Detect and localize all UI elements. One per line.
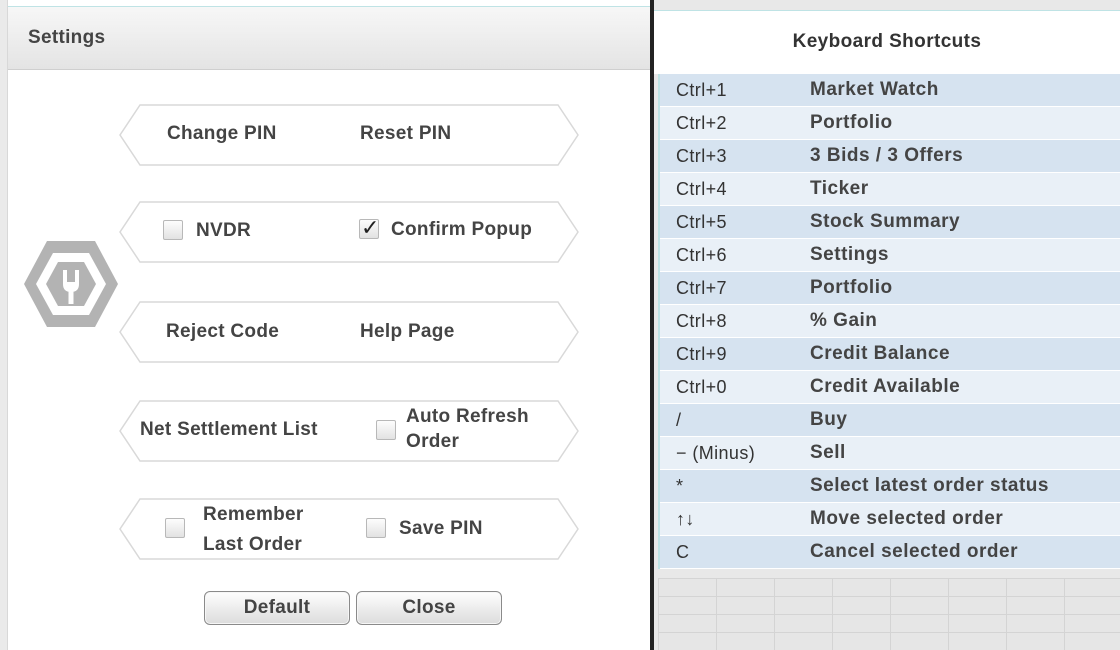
shortcut-description: Credit Balance [810,343,951,364]
shortcut-description: Market Watch [810,79,939,100]
remember-label-line2: Last Order [203,534,303,555]
shortcut-row: Ctrl+4 Ticker [660,173,1120,206]
shortcut-row: Ctrl+0 Credit Available [660,371,1120,404]
settings-header: Settings [8,6,650,70]
shortcut-row: C Cancel selected order [660,536,1120,569]
reset-pin-button[interactable]: Reset PIN [360,123,451,145]
shortcut-key: Ctrl+3 [676,146,727,166]
shortcut-description: % Gain [810,310,878,331]
confirm-popup-label: Confirm Popup [391,219,533,240]
nvdr-checkbox[interactable] [163,220,183,240]
nvdr-label: NVDR [196,220,252,241]
shortcut-row: − (Minus) Sell [660,437,1120,470]
shortcut-description: Ticker [810,178,869,199]
shortcut-row: Ctrl+6 Settings [660,239,1120,272]
shortcuts-title: Keyboard Shortcuts [792,31,982,52]
settings-title: Settings [28,27,106,48]
shortcut-description: 3 Bids / 3 Offers [810,145,964,166]
shortcut-row: Ctrl+9 Credit Balance [660,338,1120,371]
confirm-popup-checkbox[interactable]: ✓ [359,215,380,240]
shortcut-description: Settings [810,244,889,265]
shortcut-row: Ctrl+8 % Gain [660,305,1120,338]
shortcut-key: ↑↓ [676,509,695,529]
save-pin-checkbox[interactable] [366,518,386,538]
shortcut-row: Ctrl+5 Stock Summary [660,206,1120,239]
default-button[interactable]: Default [204,591,350,625]
auto-refresh-order-checkbox[interactable] [376,420,396,440]
auto-refresh-label-line1: Auto Refresh [406,406,529,427]
checkmark-icon: ✓ [361,215,380,240]
keyboard-shortcuts-panel: Keyboard Shortcuts Ctrl+1 Market Watch Ctr… [654,0,1120,650]
shortcut-key: Ctrl+8 [676,311,727,331]
shortcut-key: / [676,410,682,430]
shortcut-key: Ctrl+2 [676,113,727,133]
shortcut-description: Stock Summary [810,211,961,232]
remember-options-row: Remember Last Order Save PIN [118,498,580,560]
shortcut-key: − (Minus) [676,443,756,463]
shortcut-row: Ctrl+3 3 Bids / 3 Offers [660,140,1120,173]
shortcut-row: Ctrl+7 Portfolio [660,272,1120,305]
change-pin-button[interactable]: Change PIN [167,123,277,145]
wrench-hexagon-icon [24,241,118,327]
shortcut-description: Select latest order status [810,475,1049,496]
shortcut-description: Portfolio [810,112,893,133]
shortcut-row: / Buy [660,404,1120,437]
shortcut-description: Credit Available [810,376,961,397]
shortcut-row: ↑↓ Move selected order [660,503,1120,536]
shortcut-key: Ctrl+7 [676,278,727,298]
background-grid [658,578,1120,650]
save-pin-label: Save PIN [399,518,483,539]
remember-last-order-checkbox[interactable] [165,518,185,538]
help-page-button[interactable]: Help Page [360,321,455,343]
shortcut-description: Move selected order [810,508,1004,529]
reject-code-button[interactable]: Reject Code [166,321,279,343]
shortcut-key: Ctrl+0 [676,377,727,397]
remember-label-line1: Remember [203,504,304,525]
shortcut-key: * [676,476,684,496]
popup-options-row: NVDR ✓ Confirm Popup [118,201,580,263]
shortcut-description: Portfolio [810,277,893,298]
panel-edge [0,0,8,650]
pin-options-row: Change PIN Reset PIN [118,104,580,166]
shortcuts-header: Keyboard Shortcuts [654,10,1120,74]
net-settlement-list-button[interactable]: Net Settlement List [140,419,318,441]
auto-refresh-label-line2: Order [406,431,460,452]
shortcut-key: C [676,542,690,562]
shortcut-row: Ctrl+1 Market Watch [660,74,1120,107]
shortcut-description: Sell [810,442,846,463]
shortcut-key: Ctrl+4 [676,179,727,199]
close-button[interactable]: Close [356,591,502,625]
shortcut-row: Ctrl+2 Portfolio [660,107,1120,140]
shortcut-key: Ctrl+6 [676,245,727,265]
help-options-row: Reject Code Help Page [118,301,580,363]
shortcut-description: Buy [810,409,848,430]
settlement-options-row: Net Settlement List Auto Refresh Order [118,400,580,462]
shortcut-description: Cancel selected order [810,541,1018,562]
shortcuts-table: Ctrl+1 Market Watch Ctrl+2 Portfolio Ctrl+3 3… [658,74,1120,569]
shortcut-key: Ctrl+1 [676,80,727,100]
shortcut-key: Ctrl+5 [676,212,727,232]
shortcut-row: * Select latest order status [660,470,1120,503]
shortcut-key: Ctrl+9 [676,344,727,364]
settings-panel: Settings Change PIN Reset PIN NVDR ✓ Con… [0,0,654,650]
